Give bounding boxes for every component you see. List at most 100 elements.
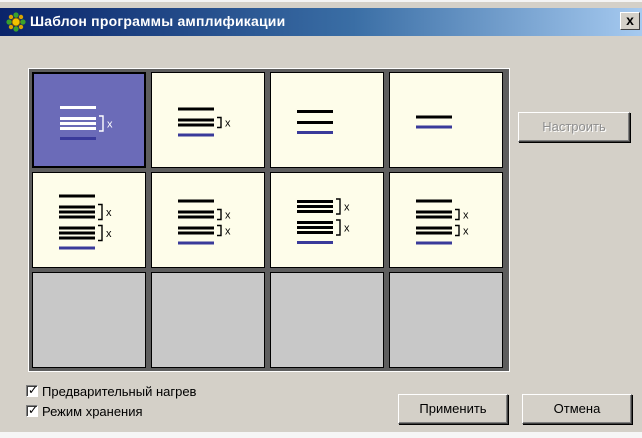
step-line [297, 205, 333, 208]
hold-step-line [178, 133, 214, 137]
hold-step-line [416, 241, 452, 245]
step-line [416, 231, 452, 235]
cancel-button[interactable]: Отмена [522, 394, 632, 424]
cycle-marker: x [225, 118, 231, 130]
template-cell[interactable] [270, 72, 384, 168]
template-preview-icon [416, 115, 452, 129]
template-preview-icon: x [178, 107, 231, 137]
cycle-marker: x [106, 228, 112, 240]
cycle-bracket-icon [217, 116, 222, 129]
title-bar[interactable]: Шаблон программы амплификации x [0, 8, 642, 36]
step-line [60, 127, 96, 130]
close-icon: x [626, 12, 634, 28]
step-line [60, 122, 96, 125]
step-line [178, 107, 214, 111]
step-line [416, 226, 452, 230]
hold-step-line [60, 137, 96, 140]
step-line [59, 205, 95, 209]
hold-step-line [416, 125, 452, 129]
template-preview-icon [297, 110, 333, 134]
step-line [178, 231, 214, 235]
cycle-bracket-icon [336, 198, 341, 215]
cycle-marker: x [107, 119, 113, 131]
cycle-bracket-icon [455, 224, 460, 237]
checkmark-icon: ✓ [28, 383, 39, 397]
step-line [59, 215, 95, 219]
template-cell[interactable]: xx [151, 172, 265, 268]
checkmark-icon: ✓ [28, 403, 39, 417]
template-cell[interactable] [389, 72, 503, 168]
preheat-label: Предварительный нагрев [42, 384, 197, 399]
template-cell[interactable]: xx [270, 172, 384, 268]
step-line [297, 200, 333, 203]
template-cell[interactable] [151, 272, 265, 368]
step-line [416, 215, 452, 219]
template-cell[interactable] [389, 272, 503, 368]
step-line [59, 226, 95, 230]
cycle-marker: x [344, 202, 350, 214]
template-preview-icon: xx [297, 198, 350, 244]
cycle-marker: x [463, 226, 469, 238]
step-line [178, 215, 214, 219]
step-line [297, 221, 333, 224]
dialog-window: Шаблон программы амплификации x xxxxxxxx… [0, 0, 642, 438]
step-line [297, 121, 333, 124]
template-preview-icon: xx [59, 194, 112, 250]
step-line [297, 226, 333, 229]
cycle-bracket-icon [217, 208, 222, 221]
step-line [60, 117, 96, 120]
template-preview-icon: xx [416, 199, 469, 245]
template-cell[interactable]: x [151, 72, 265, 168]
step-line [416, 199, 452, 203]
step-line [416, 115, 452, 119]
template-preview-icon: x [60, 106, 113, 140]
storage-mode-label: Режим хранения [42, 404, 143, 419]
preheat-checkbox[interactable]: ✓ Предварительный нагрев [26, 383, 246, 400]
step-line [178, 226, 214, 230]
storage-mode-checkbox[interactable]: ✓ Режим хранения [26, 403, 246, 420]
step-line [297, 210, 333, 213]
window-bottom-edge [0, 432, 642, 438]
cycle-marker: x [225, 210, 231, 222]
cycle-marker: x [225, 226, 231, 238]
step-line [59, 210, 95, 214]
cycle-bracket-icon [99, 115, 104, 132]
template-cell[interactable]: xx [32, 172, 146, 268]
cycle-bracket-icon [98, 203, 103, 221]
template-cell[interactable] [32, 272, 146, 368]
checkbox-box[interactable]: ✓ [26, 403, 39, 417]
step-line [297, 231, 333, 234]
step-line [59, 231, 95, 235]
step-line [297, 110, 333, 113]
template-cell[interactable] [270, 272, 384, 368]
close-button[interactable]: x [620, 12, 640, 30]
step-line [178, 199, 214, 203]
step-line [416, 210, 452, 214]
cycle-marker: x [463, 210, 469, 222]
template-preview-icon: xx [178, 199, 231, 245]
cycle-marker: x [344, 223, 350, 235]
step-line [60, 106, 96, 109]
cycle-marker: x [106, 207, 112, 219]
step-line [178, 123, 214, 127]
cycle-bracket-icon [336, 219, 341, 236]
cycle-bracket-icon [455, 208, 460, 221]
hold-step-line [297, 241, 333, 244]
cycle-bracket-icon [217, 224, 222, 237]
template-cell[interactable]: x [32, 72, 146, 168]
hold-step-line [59, 246, 95, 250]
cycle-bracket-icon [98, 224, 103, 242]
checkbox-box[interactable]: ✓ [26, 383, 39, 397]
step-line [178, 210, 214, 214]
configure-button[interactable]: Настроить [518, 112, 630, 142]
step-line [178, 118, 214, 122]
apply-button[interactable]: Применить [398, 394, 508, 424]
step-line [59, 194, 95, 198]
template-cell[interactable]: xx [389, 172, 503, 268]
step-line [59, 236, 95, 240]
hold-step-line [297, 131, 333, 134]
app-icon [6, 12, 26, 32]
hold-step-line [178, 241, 214, 245]
window-title: Шаблон программы амплификации [30, 13, 286, 29]
template-grid: xxxxxxxxxx [28, 68, 510, 372]
